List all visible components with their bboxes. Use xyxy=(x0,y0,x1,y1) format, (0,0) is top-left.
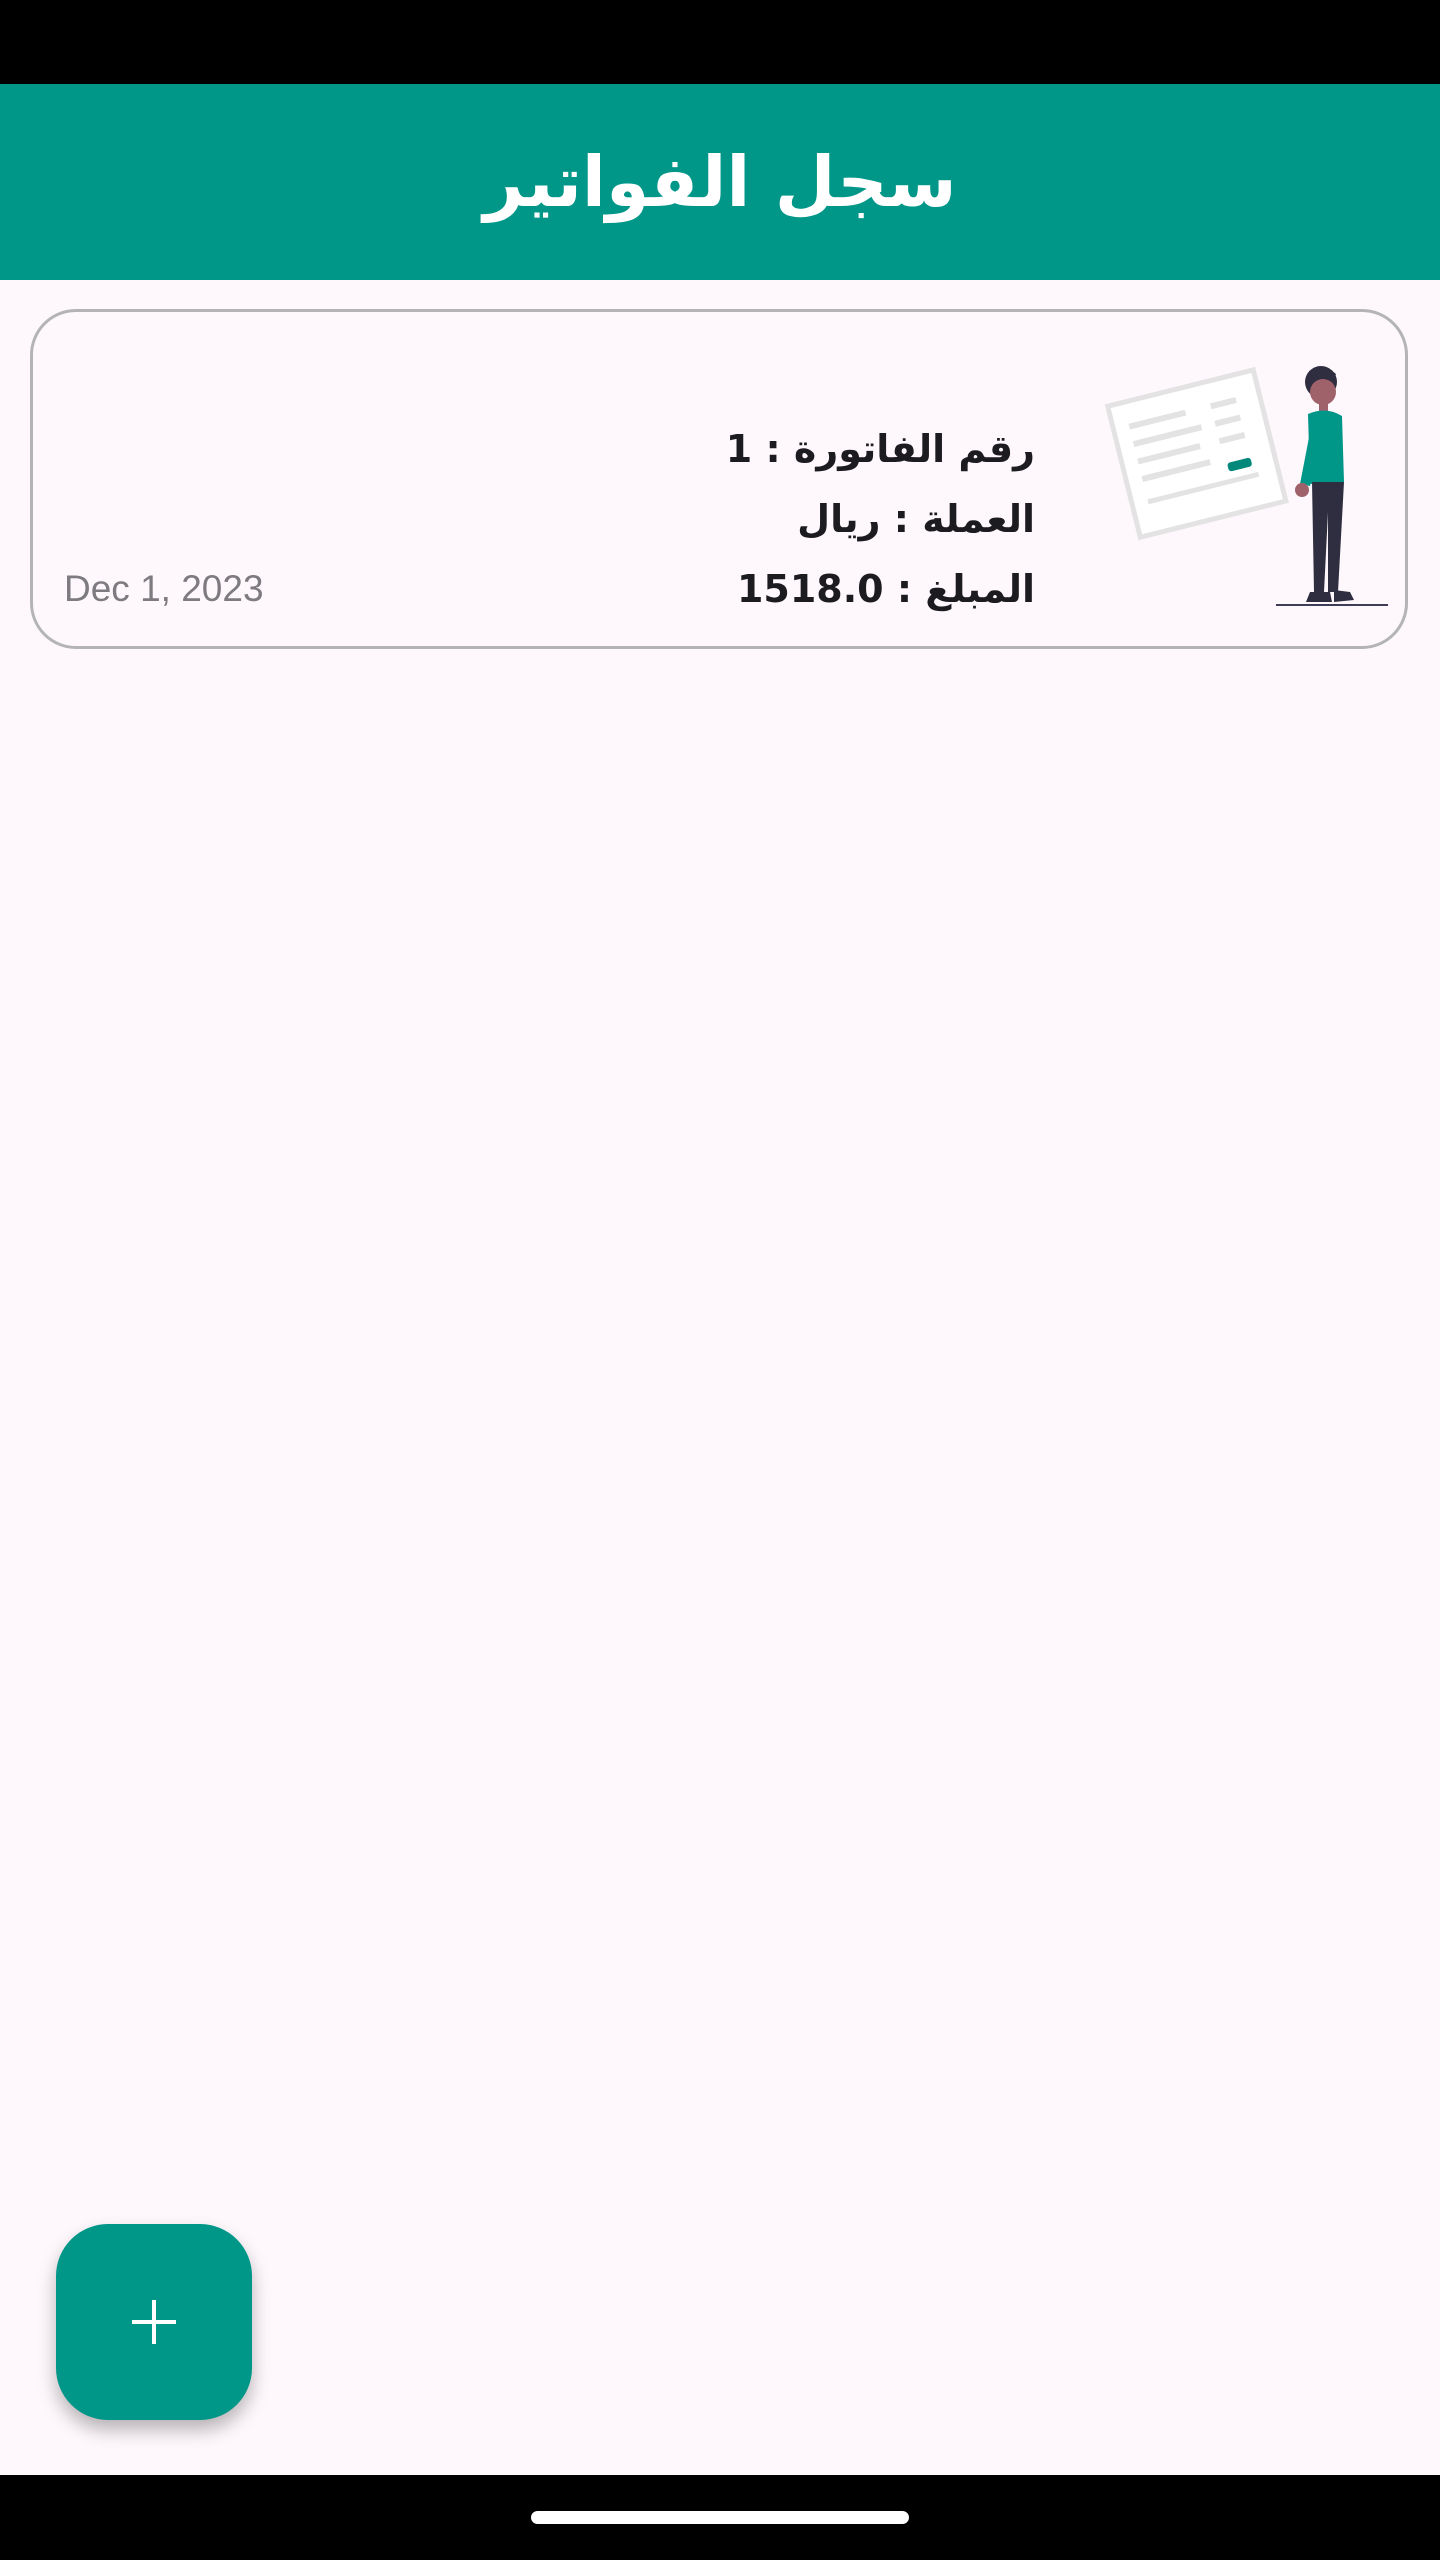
invoice-details: رقم الفاتورة : 1 العملة : ريال المبلغ : … xyxy=(726,414,1035,624)
invoice-currency: العملة : ريال xyxy=(797,497,1035,541)
plus-icon xyxy=(132,2300,176,2344)
invoice-number: رقم الفاتورة : 1 xyxy=(725,427,1035,471)
page-title: سجل الفواتير xyxy=(483,141,957,223)
status-bar xyxy=(0,0,1440,84)
home-gesture-handle[interactable] xyxy=(531,2511,909,2524)
invoice-amount: المبلغ : 1518.0 xyxy=(736,567,1035,611)
person-with-invoice-icon xyxy=(1088,352,1394,612)
invoice-date: Dec 1, 2023 xyxy=(64,568,264,609)
invoice-card[interactable]: رقم الفاتورة : 1 العملة : ريال المبلغ : … xyxy=(30,309,1408,649)
add-invoice-button[interactable] xyxy=(56,2224,252,2420)
app-bar: سجل الفواتير xyxy=(0,84,1440,280)
